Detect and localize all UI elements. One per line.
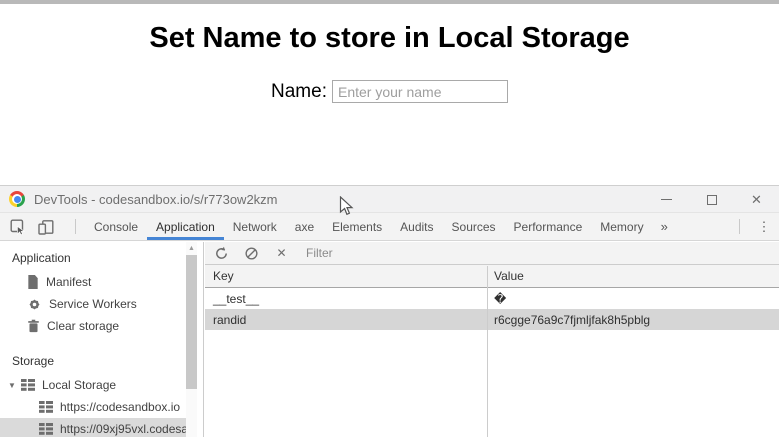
storage-grid-icon [21, 379, 35, 391]
clear-all-icon[interactable] [244, 246, 259, 261]
close-icon: ✕ [751, 192, 762, 208]
sidebar-item-origin-sandbox-selected[interactable]: https://09xj95vxl.codesa [0, 418, 187, 437]
table-row[interactable]: __test__ � [205, 288, 779, 309]
sidebar-item-label: Clear storage [47, 319, 119, 333]
devtools-tabbar: Console Application Network axe Elements… [0, 213, 779, 241]
sidebar-item-label: Manifest [46, 275, 91, 289]
devtools-window: DevTools - codesandbox.io/s/r773ow2kzm ✕… [0, 185, 779, 437]
delete-selected-icon[interactable]: ✕ [274, 246, 289, 261]
name-form-row: Name: [0, 80, 779, 103]
devtools-titlebar[interactable]: DevTools - codesandbox.io/s/r773ow2kzm ✕ [0, 186, 779, 213]
toolbar-separator [75, 219, 76, 234]
devtools-menu-icon[interactable]: ⋮ [749, 213, 779, 240]
tab-memory[interactable]: Memory [591, 213, 652, 240]
close-button[interactable]: ✕ [734, 186, 779, 213]
gear-icon [27, 297, 42, 312]
devtools-window-title: DevTools - codesandbox.io/s/r773ow2kzm [34, 192, 278, 207]
grid-header: Key Value [205, 265, 779, 288]
tab-application[interactable]: Application [147, 213, 224, 240]
scrollbar-up-arrow-icon[interactable]: ▲ [186, 242, 197, 254]
document-icon [27, 275, 39, 289]
maximize-button[interactable] [689, 186, 734, 213]
storage-toolbar: ✕ [205, 242, 779, 265]
column-divider[interactable] [487, 266, 488, 437]
column-header-value[interactable]: Value [487, 265, 779, 287]
row-key: __test__ [205, 288, 487, 309]
sidebar-tree: Application Manifest Service Workers [0, 242, 187, 437]
tab-performance[interactable]: Performance [505, 213, 592, 240]
table-row-selected[interactable]: randid r6cgge76a9c7fjmljfak8h5pblg [205, 309, 779, 330]
maximize-icon [707, 195, 717, 205]
chrome-logo-icon [9, 191, 25, 207]
application-sidebar: Application Manifest Service Workers [0, 242, 204, 437]
toolbar-separator [739, 219, 740, 234]
filter-input[interactable] [306, 246, 526, 260]
expand-triangle-icon[interactable]: ▼ [8, 381, 18, 390]
sidebar-scrollbar[interactable]: ▲ [186, 242, 197, 437]
application-panel: Application Manifest Service Workers [0, 242, 779, 437]
page-top-strip [0, 0, 779, 4]
sidebar-item-label: https://codesandbox.io [60, 400, 180, 414]
trash-icon [27, 319, 40, 333]
tab-sources[interactable]: Sources [443, 213, 505, 240]
sidebar-section-application: Application [12, 251, 187, 265]
name-label: Name: [271, 81, 327, 103]
tab-network[interactable]: Network [224, 213, 286, 240]
row-value: � [487, 288, 779, 309]
sidebar-item-origin-codesandbox[interactable]: https://codesandbox.io [0, 396, 187, 418]
minimize-button[interactable] [644, 186, 689, 213]
sidebar-item-service-workers[interactable]: Service Workers [0, 293, 187, 315]
refresh-icon[interactable] [214, 246, 229, 261]
local-storage-panel: ✕ Key Value __test__ � randid r6cgge76a9… [205, 242, 779, 437]
row-key: randid [205, 309, 487, 330]
name-input[interactable] [332, 80, 508, 103]
minimize-icon [661, 199, 672, 200]
sidebar-section-storage: Storage [12, 354, 187, 368]
sidebar-item-label: Local Storage [42, 378, 116, 392]
column-header-key[interactable]: Key [205, 265, 487, 287]
scrollbar-thumb[interactable] [186, 255, 197, 389]
sidebar-item-label: https://09xj95vxl.codesa [60, 422, 187, 436]
tab-console[interactable]: Console [85, 213, 147, 240]
more-tabs-chevron-icon[interactable]: » [653, 213, 676, 240]
sidebar-item-manifest[interactable]: Manifest [0, 271, 187, 293]
storage-grid-icon [39, 401, 53, 413]
tab-axe[interactable]: axe [286, 213, 323, 240]
mouse-cursor-icon [339, 196, 354, 217]
inspect-element-icon[interactable] [10, 219, 26, 235]
tab-audits[interactable]: Audits [391, 213, 442, 240]
storage-grid-icon [39, 423, 53, 435]
device-toolbar-icon[interactable] [38, 219, 54, 235]
sidebar-item-local-storage[interactable]: ▼ Local Storage [0, 374, 187, 396]
sidebar-item-label: Service Workers [49, 297, 137, 311]
row-value: r6cgge76a9c7fjmljfak8h5pblg [487, 309, 779, 330]
window-controls: ✕ [644, 186, 779, 213]
page-title: Set Name to store in Local Storage [0, 22, 779, 55]
tab-elements[interactable]: Elements [323, 213, 391, 240]
sidebar-item-clear-storage[interactable]: Clear storage [0, 315, 187, 337]
